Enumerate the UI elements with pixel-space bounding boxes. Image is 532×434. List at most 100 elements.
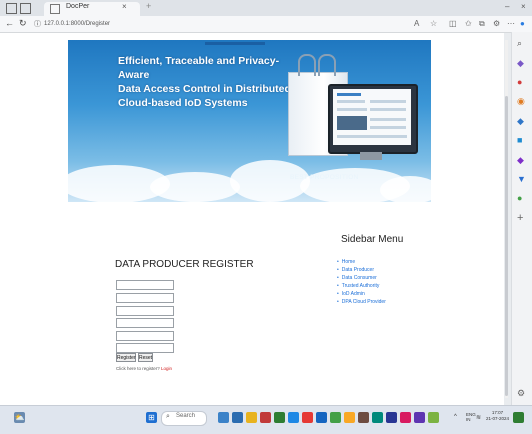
chevron-up-icon[interactable]: ^: [454, 414, 457, 420]
banner-title-line: Cloud-based IoD Systems: [118, 97, 248, 109]
sidebar-item-trusted-authority[interactable]: • Trusted Authority: [337, 283, 379, 289]
sidebar-item-data-consumer[interactable]: • Data Consumer: [337, 275, 377, 281]
start-icon[interactable]: ⊞: [146, 412, 157, 423]
tab-close-icon[interactable]: ×: [122, 2, 127, 11]
new-tab-button[interactable]: +: [146, 1, 151, 11]
form-title: DATA PRODUCER REGISTER: [115, 259, 254, 270]
back-icon[interactable]: ←: [5, 18, 14, 28]
outlook-icon[interactable]: ■: [517, 135, 522, 145]
email-field[interactable]: [116, 306, 174, 316]
page-icon: [50, 4, 60, 14]
app-icon[interactable]: [218, 412, 229, 423]
tools-icon[interactable]: ◉: [517, 96, 525, 107]
language-indicator[interactable]: ENG IN: [466, 412, 476, 422]
read-aloud-icon[interactable]: A: [414, 19, 419, 28]
favorites-icon[interactable]: ✩: [465, 19, 472, 28]
monitor-stand: [360, 152, 382, 160]
banner-title-line: Efficient, Traceable and Privacy-Aware: [118, 55, 280, 81]
refresh-icon[interactable]: ↻: [19, 18, 27, 29]
file-explorer-icon[interactable]: [232, 412, 243, 423]
register-button[interactable]: Register: [116, 353, 136, 362]
add-icon[interactable]: +: [517, 212, 523, 224]
mobile-field[interactable]: [116, 318, 174, 328]
app-icon[interactable]: ●: [517, 193, 522, 203]
cloud-decoration: [230, 160, 310, 202]
app-icon[interactable]: [358, 412, 369, 423]
wifi-icon[interactable]: ≋: [476, 414, 481, 421]
app-icon[interactable]: [372, 412, 383, 423]
name-field[interactable]: [116, 280, 174, 290]
password-field[interactable]: [116, 293, 174, 303]
clock-date: 21-07-2024: [486, 416, 510, 421]
url-field[interactable]: 127.0.0.1:8000/Dregister: [44, 19, 364, 30]
login-prompt: Click here to register? Login: [116, 366, 172, 371]
minimize-button[interactable]: –: [505, 2, 509, 11]
reset-button[interactable]: Reset: [138, 353, 153, 362]
bag-handle: [318, 54, 336, 76]
app-icon[interactable]: [428, 412, 439, 423]
office-icon[interactable]: ◆: [517, 116, 524, 127]
drop-icon[interactable]: ▼: [517, 174, 526, 184]
sidebar-item-label[interactable]: Trusted Authority: [342, 283, 380, 289]
screen-line: [337, 135, 407, 138]
sidebar-title: Sidebar Menu: [341, 234, 404, 245]
sidebar-item-home[interactable]: • Home: [337, 259, 355, 265]
copilot-icon[interactable]: ●: [520, 19, 525, 28]
widgets-icon[interactable]: ⛅: [14, 412, 25, 423]
app-icon[interactable]: [414, 412, 425, 423]
app-icon[interactable]: [330, 412, 341, 423]
settings-icon[interactable]: ⚙: [517, 388, 525, 399]
window-icon[interactable]: [6, 3, 17, 14]
favorite-icon[interactable]: ☆: [430, 19, 437, 28]
extensions-icon[interactable]: ⚙: [493, 19, 500, 28]
copilot-icon[interactable]: ◆: [517, 58, 524, 69]
tab-title: DocPer: [66, 3, 90, 10]
screen-line: [370, 108, 406, 111]
login-prompt-text: Click here to register?: [116, 366, 160, 371]
cloud-decoration: [380, 176, 440, 204]
taskbar-clock[interactable]: 17:07 21-07-2024: [486, 410, 509, 422]
shopping-icon[interactable]: ●: [517, 77, 522, 87]
screen-line: [337, 93, 361, 96]
folder-icon[interactable]: [246, 412, 257, 423]
address-field[interactable]: [116, 331, 174, 341]
sidebar-item-label[interactable]: DPA Cloud Provider: [342, 299, 386, 305]
notification-icon[interactable]: [513, 412, 524, 423]
app-icon[interactable]: [316, 412, 327, 423]
tab-actions-icon[interactable]: [20, 3, 31, 14]
close-window-button[interactable]: ×: [521, 2, 526, 11]
screen-line: [337, 100, 365, 103]
app-icon[interactable]: [386, 412, 397, 423]
banner-tagline: BEST PROPOSITION: [290, 174, 359, 181]
games-icon[interactable]: ◆: [517, 155, 524, 166]
location-field[interactable]: [116, 343, 174, 353]
sidebar-item-iod-admin[interactable]: • IoD Admin: [337, 291, 365, 297]
scrollbar-thumb[interactable]: [505, 96, 508, 396]
banner-title: Efficient, Traceable and Privacy-Aware D…: [118, 54, 308, 110]
chrome-icon[interactable]: [302, 412, 313, 423]
sidebar-item-label[interactable]: Home: [342, 259, 355, 265]
edge-icon[interactable]: [288, 412, 299, 423]
screen-photo: [337, 116, 367, 130]
banner-accent-bar: [205, 42, 265, 45]
cloud-decoration: [150, 172, 240, 202]
sidebar-item-label[interactable]: Data Consumer: [342, 275, 377, 281]
split-screen-icon[interactable]: ◫: [449, 19, 457, 28]
more-icon[interactable]: ⋯: [507, 19, 515, 28]
app-icon[interactable]: [400, 412, 411, 423]
app-icon[interactable]: [344, 412, 355, 423]
app-icon[interactable]: [260, 412, 271, 423]
sidebar-item-label[interactable]: Data Producer: [342, 267, 374, 273]
screen-line: [370, 118, 406, 121]
app-icon[interactable]: [274, 412, 285, 423]
sidebar-item-label[interactable]: IoD Admin: [342, 291, 365, 297]
search-icon[interactable]: ⌕: [517, 38, 522, 49]
screen-line: [370, 100, 406, 103]
sidebar-item-data-producer[interactable]: • Data Producer: [337, 267, 374, 273]
bag-handle: [298, 54, 316, 76]
info-icon[interactable]: ⓘ: [34, 19, 41, 29]
sidebar-item-cloud-provider[interactable]: • DPA Cloud Provider: [337, 299, 386, 305]
screen-line: [337, 108, 367, 111]
collections-icon[interactable]: ⧉: [479, 19, 485, 29]
login-link[interactable]: Login: [161, 366, 172, 371]
